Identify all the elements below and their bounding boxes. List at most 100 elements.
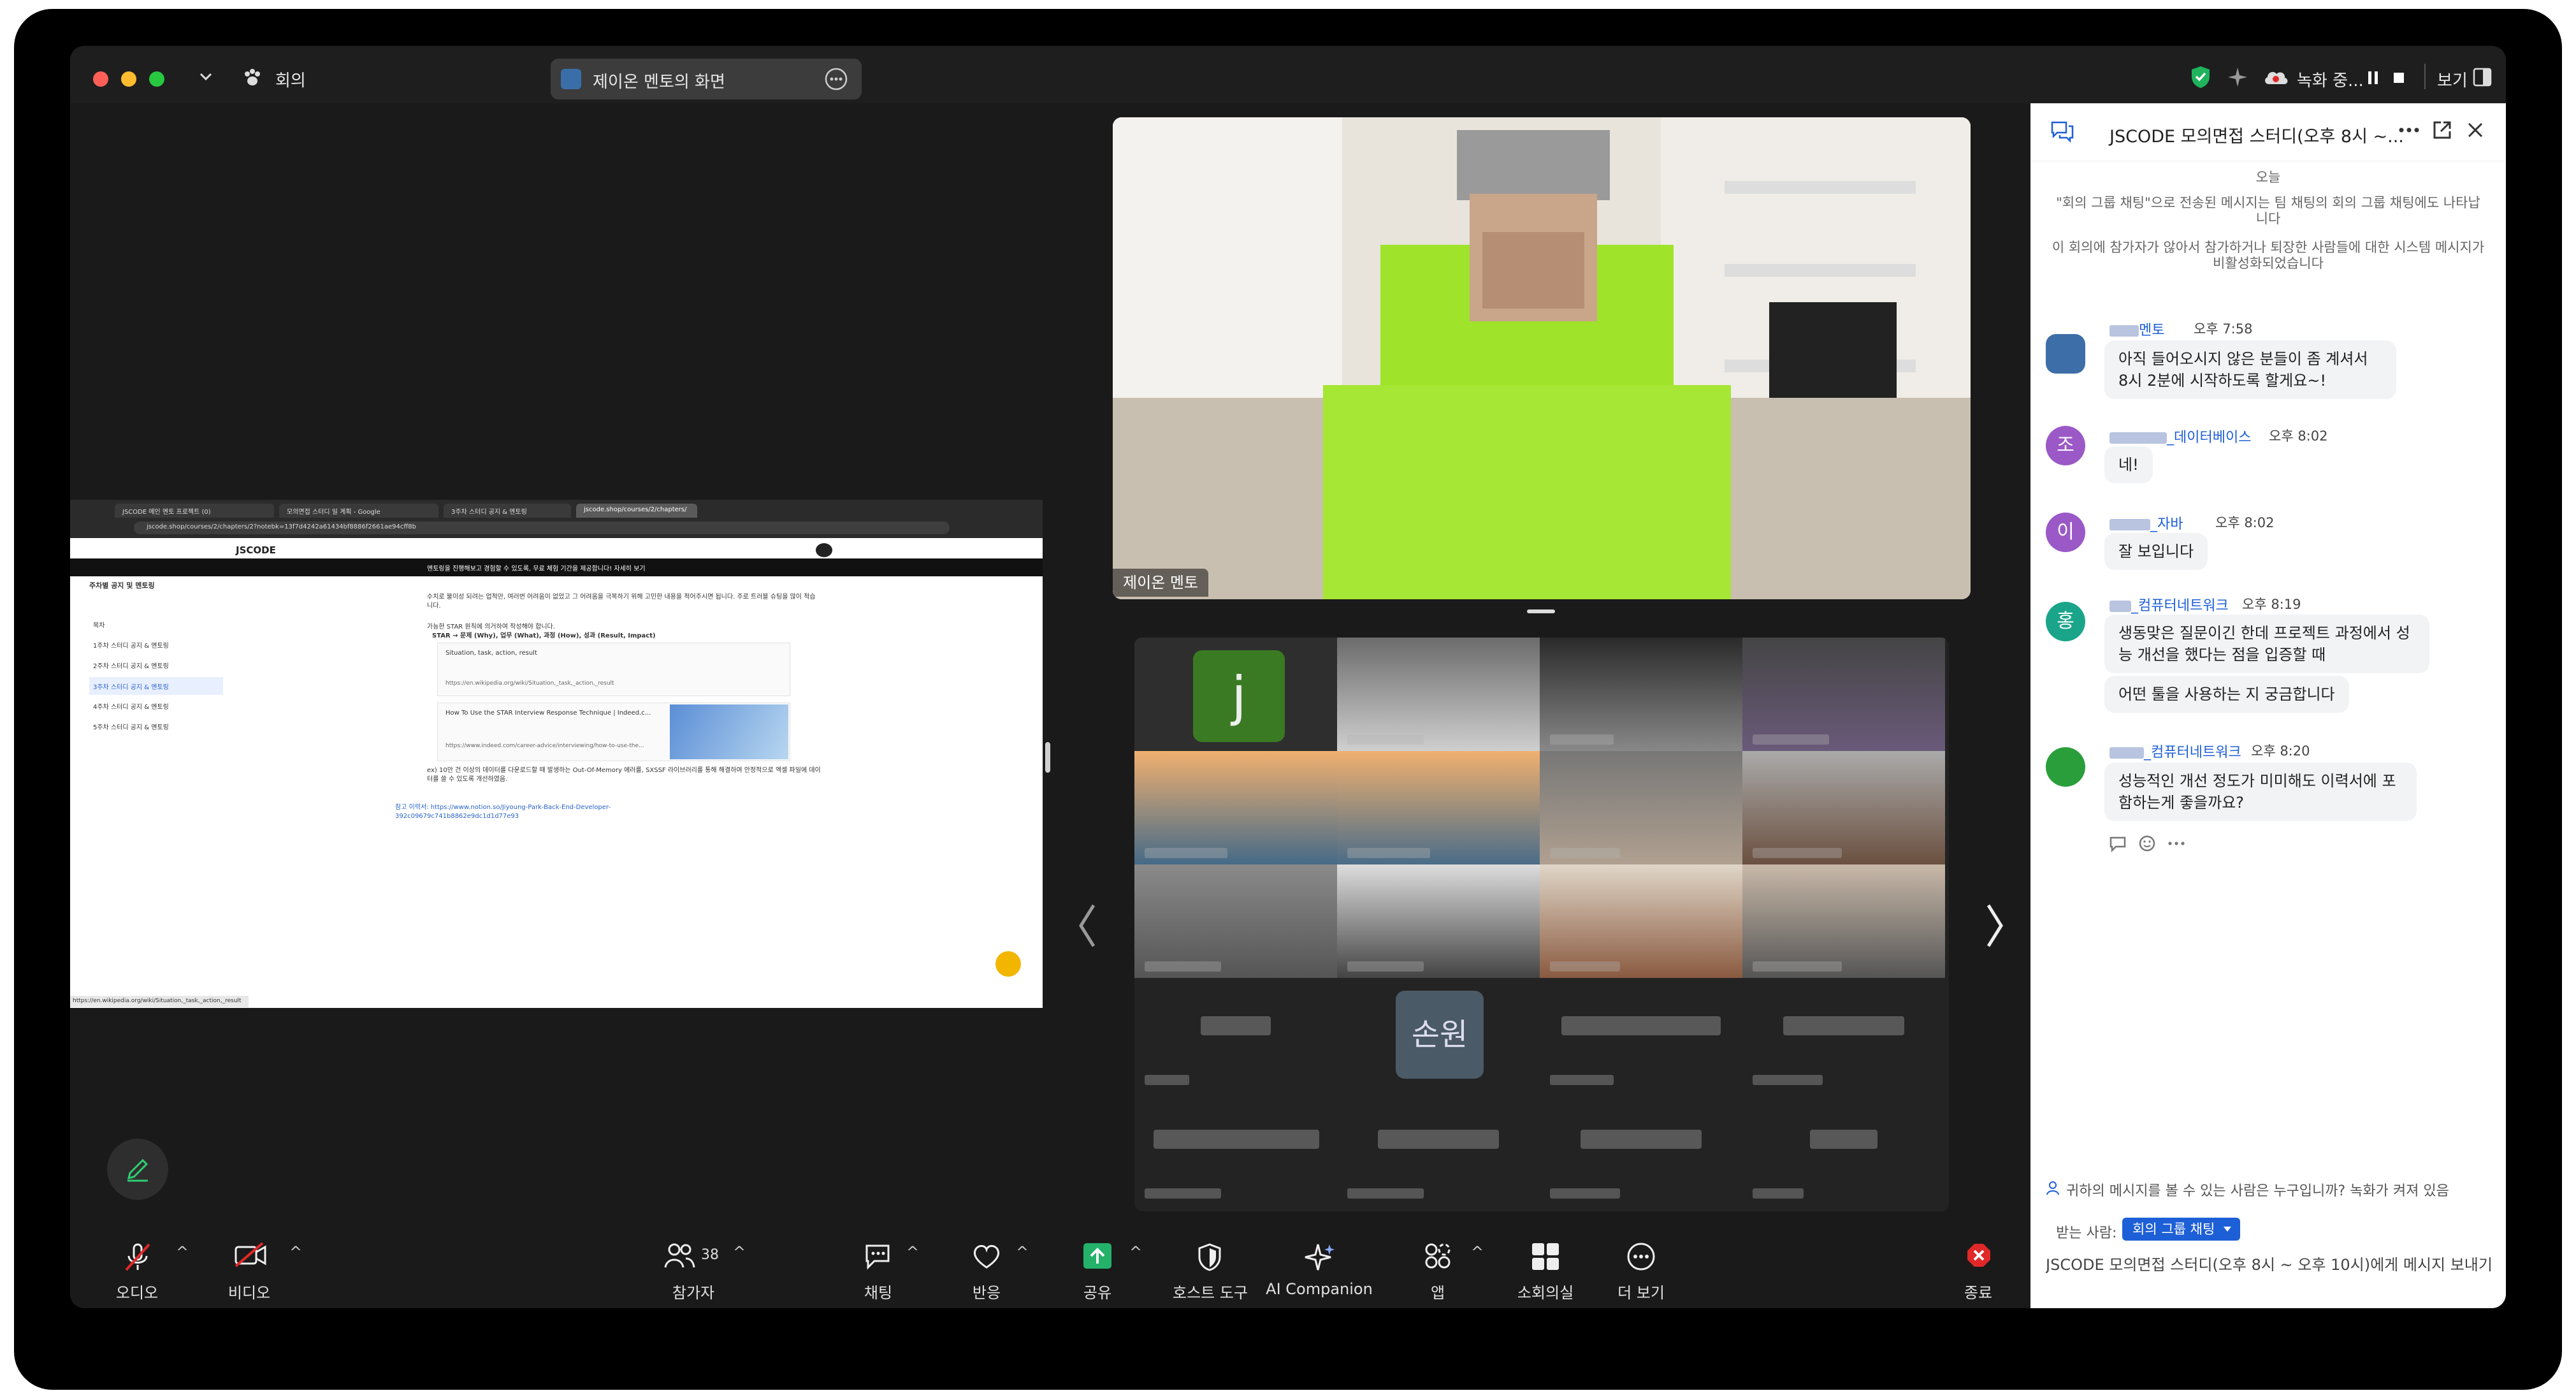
participant-tile[interactable] [1134,1091,1337,1205]
avatar[interactable]: 조 [2046,426,2085,465]
sidebar-item[interactable]: 목차 [93,620,105,629]
participant-tile[interactable] [1134,864,1337,978]
participant-tile[interactable] [1742,751,1945,864]
message-sender[interactable]: 멘토 [2109,319,2164,339]
avatar[interactable] [2046,747,2085,787]
host-tools-button[interactable]: 호스트 도구 [1162,1225,1258,1308]
view-layout-icon[interactable] [2473,68,2492,87]
participant-tile[interactable]: j [1134,638,1337,751]
participants-options-caret[interactable]: ^ [733,1243,746,1261]
message-sender[interactable]: _자바 [2109,513,2183,533]
visibility-notice[interactable]: 귀하의 메시지를 볼 수 있는 사람은 누구입니까? 녹화가 켜져 있음 [2066,1179,2449,1200]
apps-button[interactable]: 앱 [1406,1225,1470,1308]
avatar[interactable]: 홍 [2046,602,2085,641]
participant-tile[interactable] [1134,978,1337,1091]
participant-tile[interactable] [1337,1091,1540,1205]
minimize-window-button[interactable] [121,71,136,87]
close-window-button[interactable] [93,71,108,87]
chat-options-caret[interactable]: ^ [906,1243,919,1261]
ai-companion-button[interactable]: AI Companion [1262,1225,1377,1308]
end-meeting-button[interactable]: 종료 [1946,1225,2010,1308]
audio-button[interactable]: 오디오 [96,1225,178,1308]
browser-tab-active[interactable]: jscode.shop/courses/2/chapters/ [576,504,697,518]
stop-recording-icon[interactable] [2392,71,2405,84]
speaker-video[interactable]: 제이온 멘토 [1113,117,1971,599]
participant-tile[interactable] [1540,1091,1742,1205]
reply-icon[interactable] [2108,834,2127,853]
video-options-caret[interactable]: ^ [289,1243,302,1261]
message-bubble[interactable]: 네! [2104,446,2153,483]
sidebar-item[interactable]: 5주차 스터디 공지 & 멘토링 [93,722,169,731]
participant-tile[interactable] [1742,1091,1945,1205]
participant-tile[interactable] [1337,638,1540,751]
participant-tile[interactable] [1540,751,1742,864]
browser-tab[interactable]: 3주차 스터디 공지 & 멘토링 [444,504,571,518]
message-input[interactable]: JSCODE 모의면접 스터디(오후 8시 ~ 오후 10시)에게 메시지 보내… [2046,1252,2500,1274]
share-options-caret[interactable]: ^ [1129,1243,1142,1261]
close-icon[interactable] [2466,121,2484,139]
link-card[interactable]: How To Use the STAR Interview Response T… [437,703,790,761]
annotate-button[interactable] [107,1139,168,1200]
shared-browser[interactable]: JSCODE 메인 멘토 프로젝트 (0) 모의면접 스터디 일 계획 - Go… [70,500,1043,1008]
message-sender[interactable]: _데이터베이스 [2109,426,2251,446]
message-bubble[interactable]: 잘 보입니다 [2104,533,2208,570]
message-bubble[interactable]: 생동맞은 질문이긴 한데 프로젝트 과정에서 성능 개선을 했다는 점을 입증할… [2104,615,2429,673]
participants-button[interactable]: 38 참가자 [651,1225,735,1308]
address-bar[interactable]: jscode.shop/courses/2/chapters/2?notebk=… [134,521,950,534]
audio-options-caret[interactable]: ^ [176,1243,189,1261]
participant-tile[interactable]: 손원 [1337,978,1540,1091]
avatar[interactable] [2046,334,2085,374]
login-button[interactable] [816,543,832,557]
participant-tile[interactable] [1540,864,1742,978]
participant-tile[interactable] [1134,751,1337,864]
security-shield-icon[interactable] [2190,65,2211,89]
sidebar-heading[interactable]: 주차별 공지 및 멘토링 [89,580,155,590]
participant-tile[interactable] [1337,864,1540,978]
sparkle-icon[interactable] [2227,66,2248,88]
apps-options-caret[interactable]: ^ [1471,1243,1484,1261]
message-sender[interactable]: _컴퓨터네트워크 [2109,594,2229,615]
video-button[interactable]: 비디오 [208,1225,291,1308]
sidebar-item-active[interactable]: 3주차 스터디 공지 & 멘토링 [89,677,223,695]
more-actions-icon[interactable] [2167,840,2186,847]
browser-tab[interactable]: JSCODE 메인 멘토 프로젝트 (0) [115,504,274,518]
sidebar-item[interactable]: 4주차 스터디 공지 & 멘토링 [93,701,169,711]
view-label[interactable]: 보기 [2437,68,2468,91]
pop-out-icon[interactable] [2432,120,2452,140]
share-button[interactable]: 공유 [1066,1225,1129,1308]
reactions-button[interactable]: 반응 [955,1225,1018,1308]
zoom-window-button[interactable] [149,71,164,87]
reference-link[interactable]: 참고 이력서: https://www.notion.so/Jiyoung-Pa… [395,803,663,821]
chevron-down-icon[interactable] [199,71,213,82]
more-options-icon[interactable] [823,66,849,92]
next-page-icon[interactable] [1982,900,2008,951]
participant-tile[interactable] [1540,638,1742,751]
message-bubble[interactable]: 성능적인 개선 정도가 미미해도 이력서에 포함하는게 좋을까요? [2104,762,2417,821]
breakout-rooms-button[interactable]: 소회의실 [1510,1225,1581,1308]
promo-banner[interactable]: 멘토링을 진행해보고 경험할 수 있도록, 무료 체험 기간을 제공합니다! 자… [70,558,1043,576]
previous-page-icon[interactable] [1075,900,1100,951]
participant-tile[interactable] [1540,978,1742,1091]
more-icon[interactable] [2398,125,2420,135]
chat-help-icon[interactable] [995,951,1021,977]
browser-tab[interactable]: 모의면접 스터디 일 계획 - Google [279,504,438,518]
participant-tile[interactable] [1742,978,1945,1091]
pause-recording-icon[interactable] [2367,70,2380,85]
chat-button[interactable]: 채팅 [846,1225,910,1308]
share-title-pill[interactable]: 제이온 멘토의 화면 [551,59,862,99]
participant-tile[interactable] [1742,864,1945,978]
resize-handle[interactable] [1045,742,1050,773]
sidebar-item[interactable]: 1주차 스터디 공지 & 멘토링 [93,640,169,650]
link-card[interactable]: Situation, task, action, result https://… [437,643,790,696]
reactions-options-caret[interactable]: ^ [1016,1243,1029,1261]
participant-tile[interactable] [1337,751,1540,864]
message-sender[interactable]: _컴퓨터네트워크 [2109,741,2241,761]
message-bubble[interactable]: 아직 들어오시지 않은 분들이 좀 계셔서 8시 2분에 시작하도록 할게요~! [2104,340,2396,399]
sidebar-item[interactable]: 2주차 스터디 공지 & 멘토링 [93,660,169,670]
site-logo[interactable]: JSCODE [236,544,276,556]
emoji-reaction-icon[interactable] [2138,834,2157,853]
participant-tile[interactable] [1742,638,1945,751]
message-bubble[interactable]: 어떤 툴을 사용하는 지 궁금합니다 [2104,676,2349,713]
recipient-select[interactable]: 회의 그룹 채팅 [2122,1218,2241,1241]
avatar[interactable]: 이 [2046,513,2085,552]
